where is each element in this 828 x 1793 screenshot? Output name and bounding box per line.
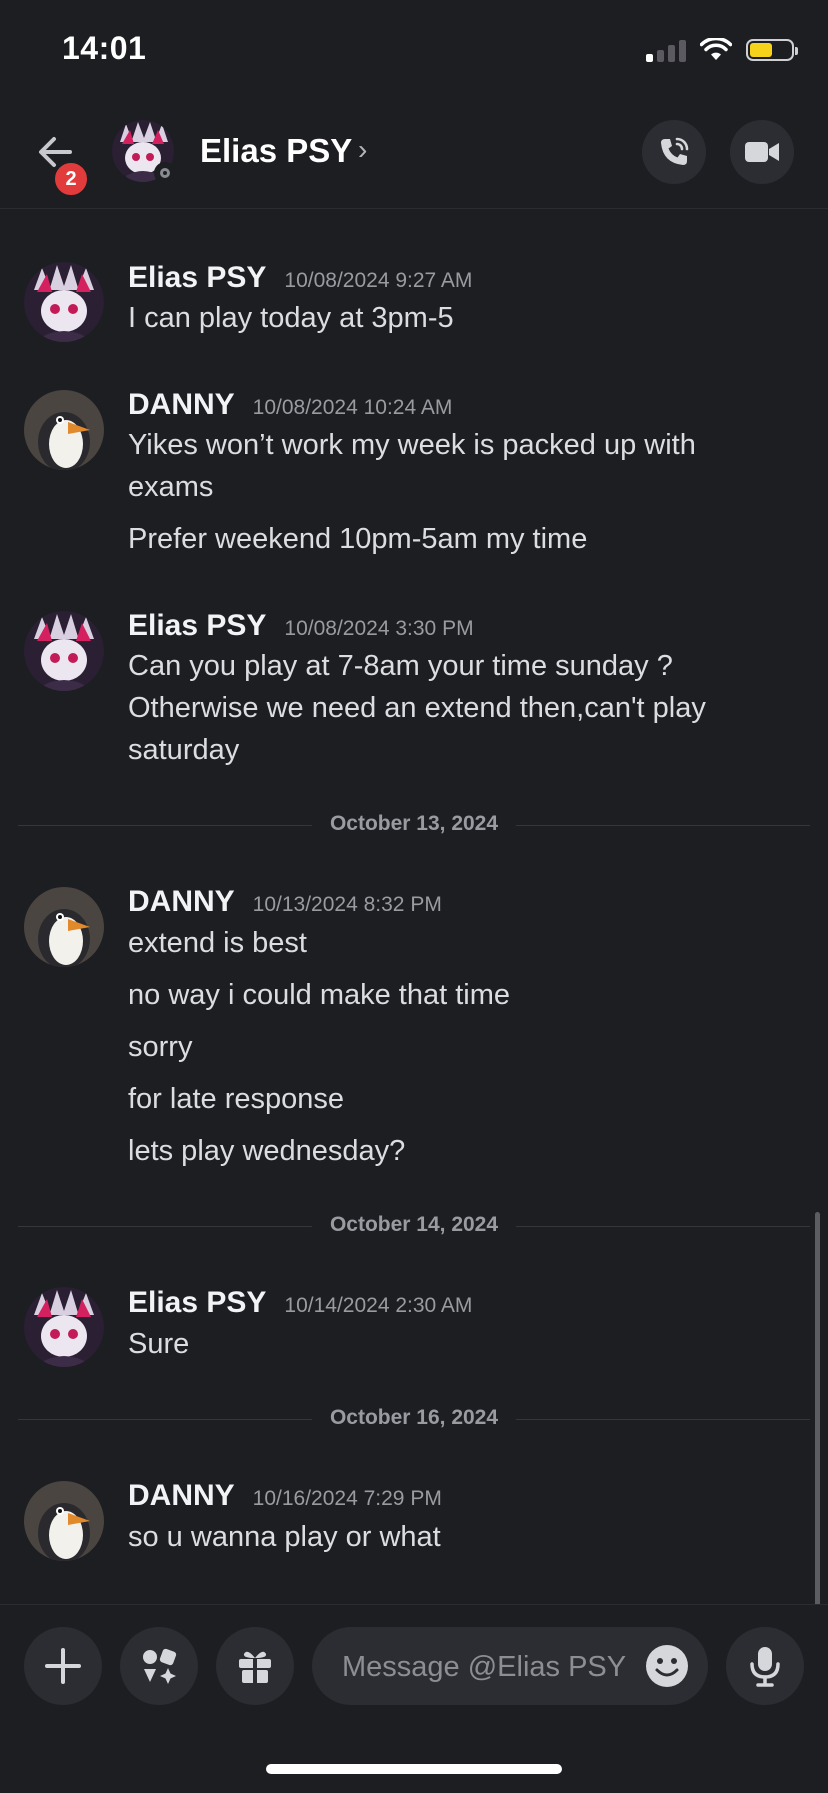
status-time: 14:01 xyxy=(62,30,147,66)
timestamp: 10/08/2024 9:27 AM xyxy=(284,269,473,292)
username[interactable]: Elias PSY xyxy=(128,1286,266,1320)
date-divider: October 16, 2024 xyxy=(18,1406,810,1430)
contact-name[interactable]: Elias PSY xyxy=(200,132,352,170)
message-text: Prefer weekend 10pm-5am my time xyxy=(128,523,588,555)
message-input[interactable] xyxy=(340,1627,634,1707)
message-text: no way i could make that time xyxy=(128,979,511,1011)
cellular-signal-icon xyxy=(646,38,686,62)
username[interactable]: DANNY xyxy=(128,388,235,422)
avatar[interactable] xyxy=(24,262,104,342)
message-text: exams xyxy=(128,471,214,503)
apps-icon xyxy=(143,1648,177,1684)
emoji-icon[interactable] xyxy=(644,1643,690,1689)
gift-icon xyxy=(239,1651,271,1683)
phone-icon xyxy=(661,137,689,165)
avatar[interactable] xyxy=(24,1481,104,1561)
timestamp: 10/13/2024 8:32 PM xyxy=(252,893,442,916)
date-divider-label: October 14, 2024 xyxy=(311,1213,517,1237)
message-header: Elias PSY 10/08/2024 3:30 PM xyxy=(128,609,474,643)
status-icons xyxy=(646,36,798,64)
video-camera-icon xyxy=(745,142,779,162)
message-text: sorry xyxy=(128,1031,193,1063)
date-divider: October 13, 2024 xyxy=(18,812,810,836)
message-input-container[interactable] xyxy=(312,1627,708,1707)
dm-header: 2 Elias PSY › xyxy=(0,100,828,209)
message-text: Sure xyxy=(128,1328,190,1360)
message-header: Elias PSY 10/08/2024 9:27 AM xyxy=(128,261,472,295)
message-text: I can play today at 3pm-5 xyxy=(128,302,454,334)
notification-badge: 2 xyxy=(52,160,90,198)
message-text: extend is best xyxy=(128,927,307,959)
date-divider: October 14, 2024 xyxy=(18,1213,810,1237)
timestamp: 10/14/2024 2:30 AM xyxy=(284,1294,473,1317)
video-call-button[interactable] xyxy=(730,120,794,184)
message-text: for late response xyxy=(128,1083,345,1115)
message-header: DANNY 10/16/2024 7:29 PM xyxy=(128,1479,442,1513)
message-header: Elias PSY 10/14/2024 2:30 AM xyxy=(128,1286,472,1320)
add-attachment-button[interactable] xyxy=(24,1627,102,1705)
apps-button[interactable] xyxy=(120,1627,198,1705)
message-text: so u wanna play or what xyxy=(128,1521,441,1553)
microphone-icon xyxy=(750,1647,780,1687)
avatar[interactable] xyxy=(24,390,104,470)
status-bar: 14:01 xyxy=(0,0,828,100)
chevron-right-icon[interactable]: › xyxy=(358,134,367,166)
message-header: DANNY 10/13/2024 8:32 PM xyxy=(128,885,442,919)
username[interactable]: Elias PSY xyxy=(128,609,266,643)
timestamp: 10/16/2024 7:29 PM xyxy=(252,1487,442,1510)
battery-icon xyxy=(746,39,798,61)
timestamp: 10/08/2024 3:30 PM xyxy=(284,617,474,640)
message-text: Otherwise we need an extend then,can't p… xyxy=(128,692,706,724)
voice-call-button[interactable] xyxy=(642,120,706,184)
scrollbar[interactable] xyxy=(815,1212,820,1604)
offline-status-icon xyxy=(154,162,176,184)
plus-icon xyxy=(45,1648,81,1684)
voice-message-button[interactable] xyxy=(726,1627,804,1705)
avatar[interactable] xyxy=(24,611,104,691)
message-text: lets play wednesday? xyxy=(128,1135,406,1167)
date-divider-label: October 16, 2024 xyxy=(311,1406,517,1430)
message-text: Yikes won’t work my week is packed up wi… xyxy=(128,429,696,461)
username[interactable]: Elias PSY xyxy=(128,261,266,295)
username[interactable]: DANNY xyxy=(128,885,235,919)
message-list[interactable]: Elias PSY 10/08/2024 9:27 AM I can play … xyxy=(0,209,828,1604)
username[interactable]: DANNY xyxy=(128,1479,235,1513)
avatar[interactable] xyxy=(24,887,104,967)
home-indicator[interactable] xyxy=(266,1764,562,1774)
gift-button[interactable] xyxy=(216,1627,294,1705)
timestamp: 10/08/2024 10:24 AM xyxy=(252,396,453,419)
wifi-icon xyxy=(700,38,732,60)
message-header: DANNY 10/08/2024 10:24 AM xyxy=(128,388,452,422)
message-text: Can you play at 7-8am your time sunday ? xyxy=(128,650,673,682)
avatar[interactable] xyxy=(24,1287,104,1367)
date-divider-label: October 13, 2024 xyxy=(311,812,517,836)
message-text: saturday xyxy=(128,734,240,766)
